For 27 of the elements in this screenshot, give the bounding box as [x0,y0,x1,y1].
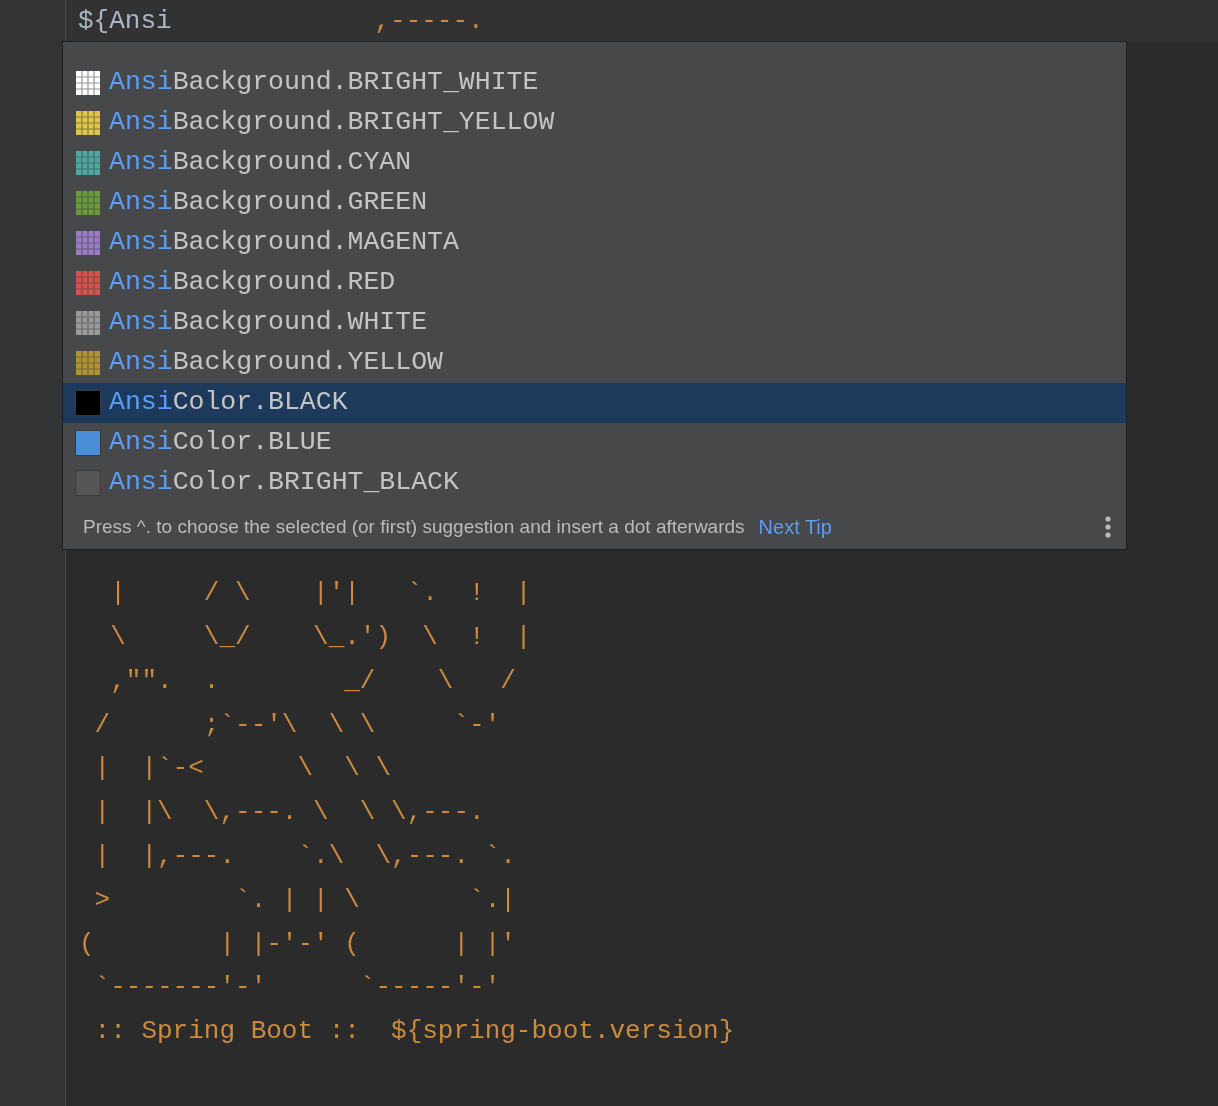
ascii-art-line: ,"". . _/ \ / [109,664,516,698]
ascii-art-line: / ;`--'\ \ \ `-' [93,708,501,742]
completion-item[interactable]: AnsiBackground.CYAN [63,143,1126,183]
completion-item[interactable]: AnsiColor.BLUE [63,423,1126,463]
ascii-art-line: \ \_/ \_.') \ ! | [109,621,532,654]
typed-text: ${Ansi [78,4,172,38]
completion-item[interactable]: AnsiBackground.WHITE [63,303,1126,343]
ascii-art-line: ( | |-'-' ( | |' [79,927,516,961]
next-tip-link[interactable]: Next Tip [758,512,832,542]
ascii-art-line: > `. | | \ `.| [93,883,516,917]
completion-item[interactable]: AnsiBackground.GREEN [63,183,1126,223]
tip-text: Press ^. to choose the selected (or first) suggestion and insert a dot afterwards [83,514,745,539]
completion-item[interactable]: AnsiBackground.MAGENTA [63,223,1126,263]
completion-item[interactable]: AnsiColor.BRIGHT_BLACK [63,463,1126,503]
completion-item[interactable]: AnsiBackground.YELLOW [63,343,1126,383]
ascii-art-line: | |\ \,---. \ \ \,---. [93,796,485,830]
completion-item[interactable]: AnsiBackground.RED [63,263,1126,303]
ascii-art-line: :: Spring Boot :: ${spring-boot.version} [93,1015,735,1049]
ascii-art-line: | |,---. `.\ \,---. `. [93,839,516,873]
completion-item[interactable]: AnsiColor.BLACK [63,383,1126,423]
more-options-icon[interactable] [1104,515,1112,539]
ascii-art-line: | / \ |'| `. ! | [109,577,532,611]
ascii-art-line: `-------'-' `-----'-' [93,971,501,1005]
ascii-art-line: ,-----. [373,4,484,38]
completion-item[interactable]: AnsiBackground.BRIGHT_YELLOW [63,103,1126,143]
completion-item[interactable]: AnsiBackground.BRIGHT_WHITE [63,63,1126,103]
ascii-art-line: | |`-< \ \ \ [93,752,392,786]
